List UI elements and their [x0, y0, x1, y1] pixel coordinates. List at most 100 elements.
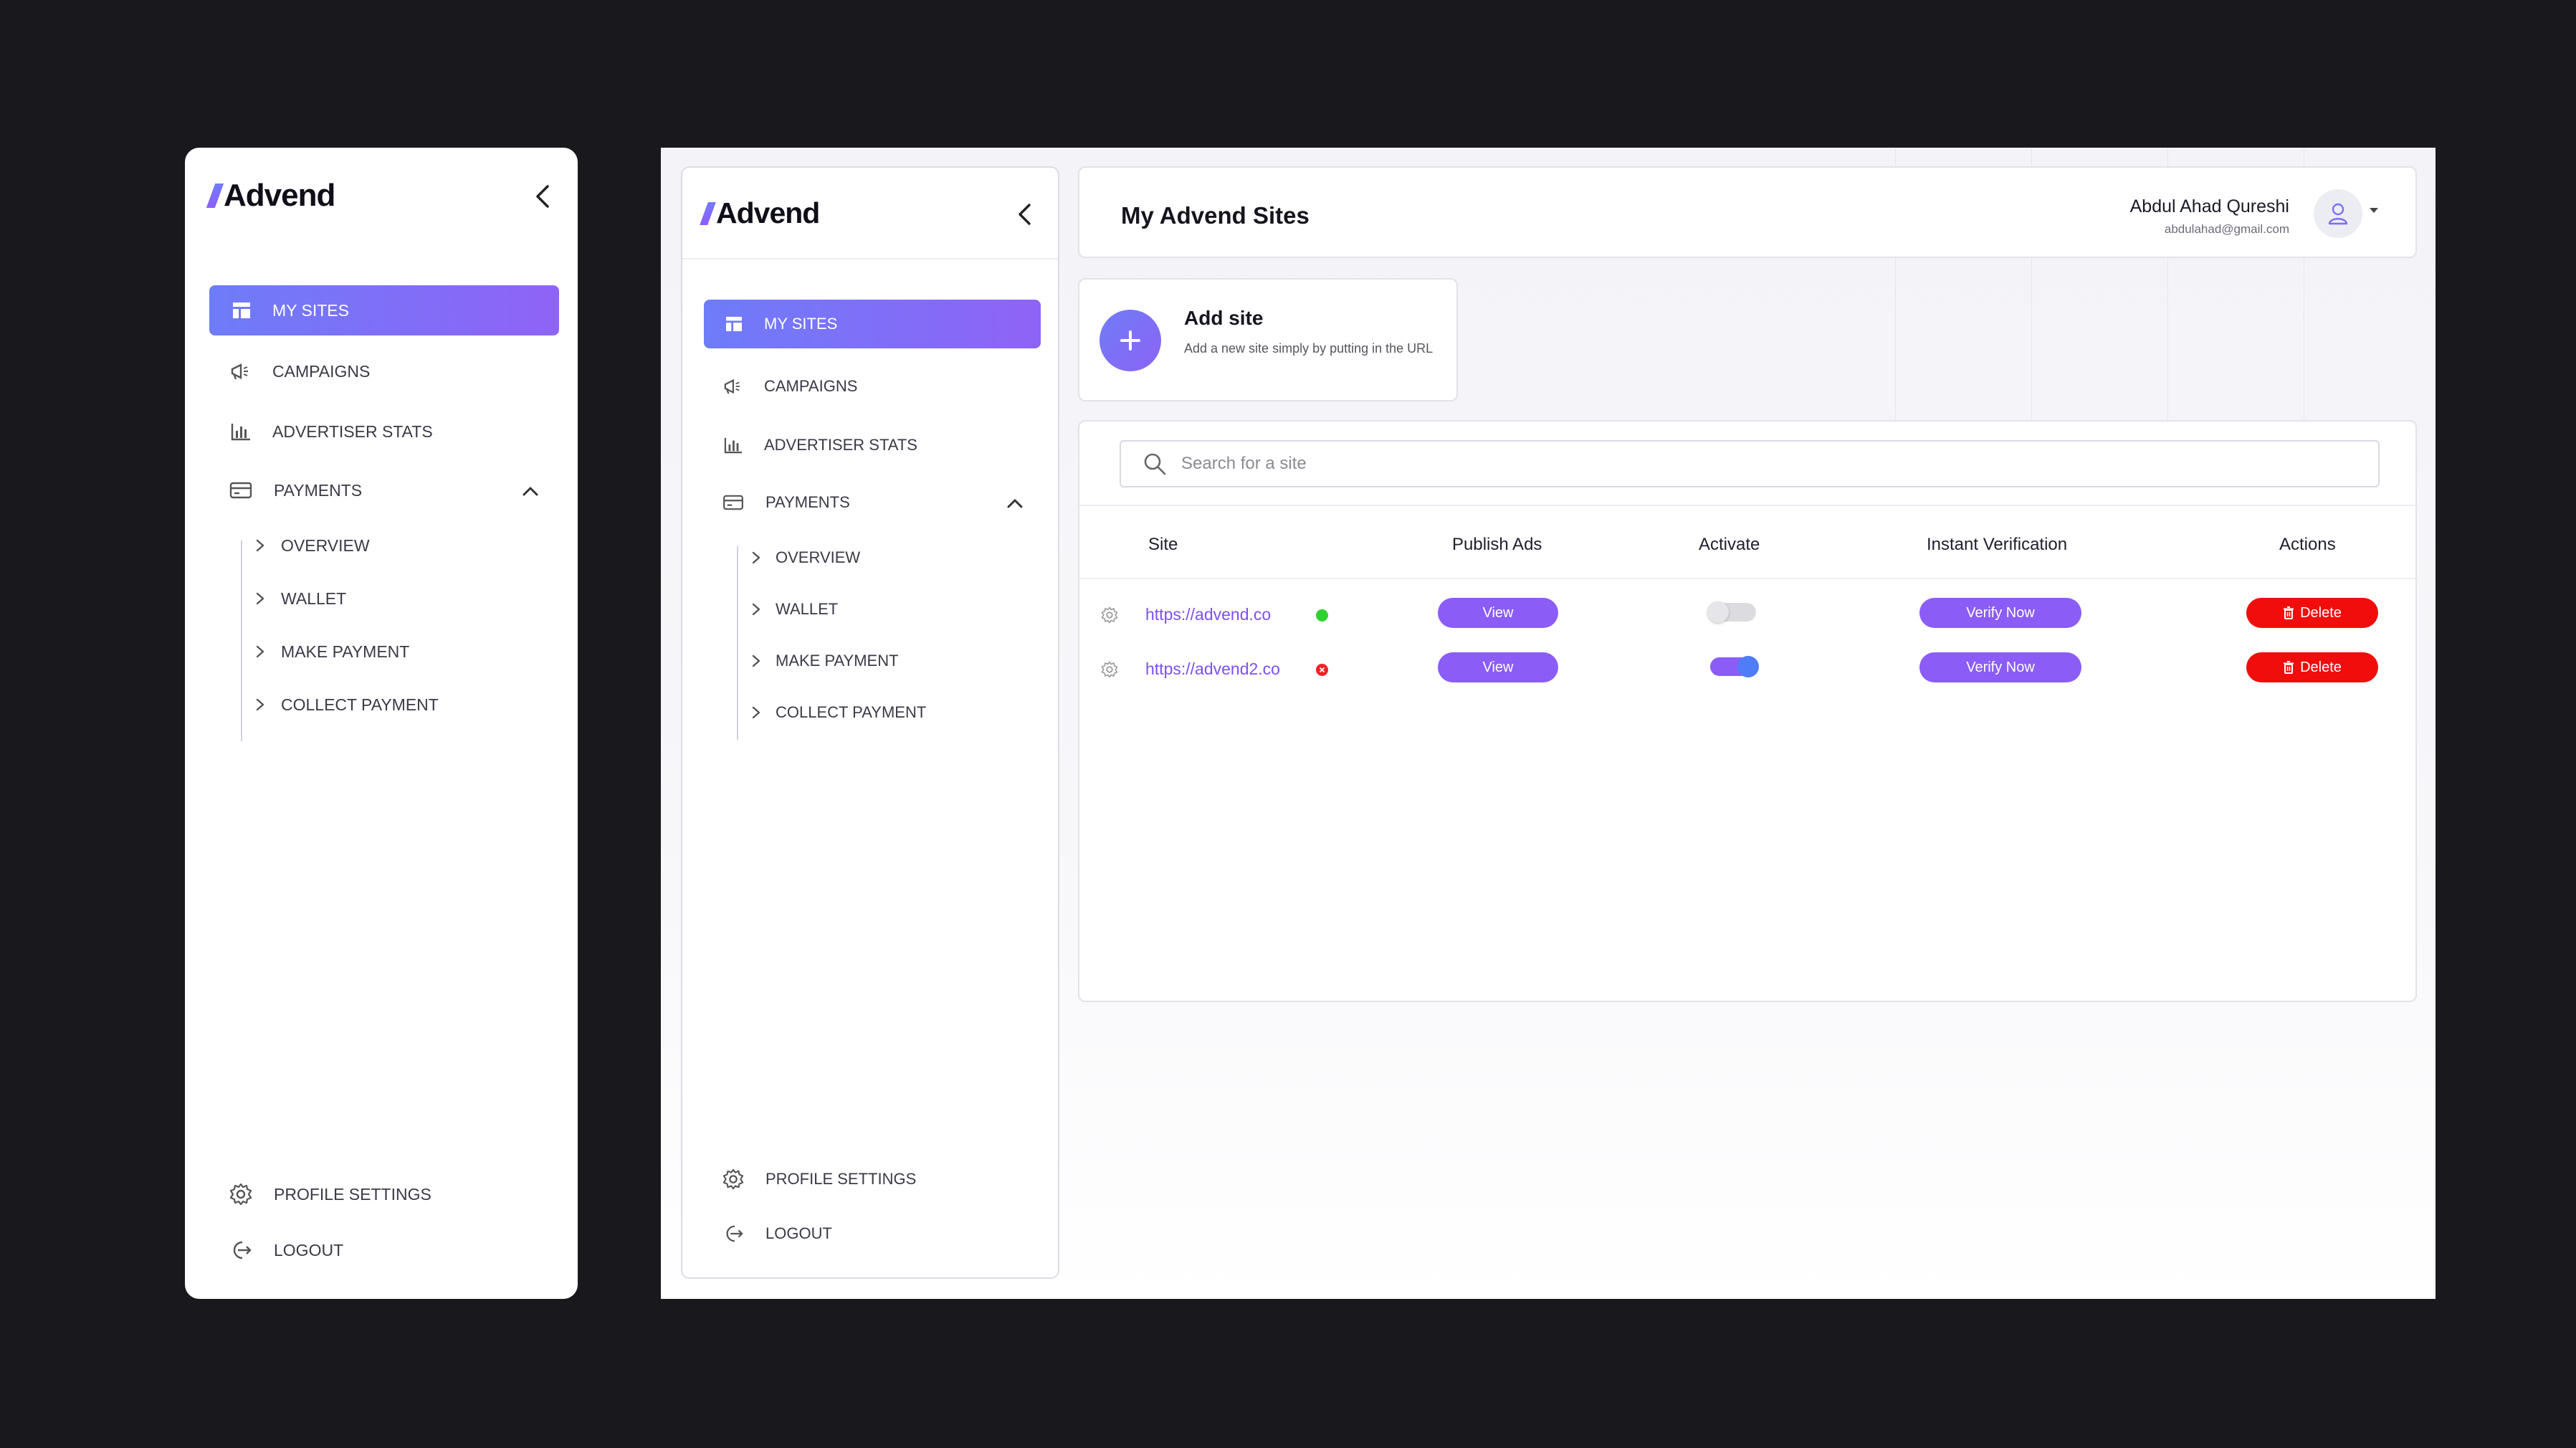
sidebar-item-label: CAMPAIGNS [764, 377, 858, 395]
sidebar-item-payments[interactable]: PAYMENTS [209, 469, 559, 512]
chevron-right-icon [256, 592, 264, 605]
chevron-right-icon [752, 654, 760, 667]
add-site-button[interactable] [1099, 310, 1161, 371]
sidebar-subitem-make-payment[interactable]: MAKE PAYMENT [751, 644, 899, 678]
collapse-sidebar-button[interactable] [532, 182, 553, 214]
verify-now-button[interactable]: Verify Now [1919, 652, 2081, 682]
layout-icon [232, 302, 251, 319]
sidebar-header-divider [682, 258, 1058, 259]
chevron-up-icon[interactable] [1006, 495, 1024, 513]
subitem-label: WALLET [776, 600, 839, 618]
logout-icon [229, 1239, 252, 1261]
bar-chart-icon [231, 422, 251, 441]
collapse-sidebar-button[interactable] [1015, 201, 1035, 232]
logo-mark-icon [700, 201, 716, 225]
chevron-right-icon [256, 645, 264, 658]
plus-icon [1120, 330, 1140, 351]
add-site-card[interactable]: Add site Add a new site simply by puttin… [1078, 278, 1458, 401]
sidebar-subitem-wallet[interactable]: WALLET [255, 581, 346, 616]
subitem-label: WALLET [281, 589, 347, 608]
user-icon [2328, 203, 2348, 225]
site-settings-gear-icon[interactable] [1101, 606, 1118, 627]
sidebar-item-campaigns[interactable]: CAMPAIGNS [704, 366, 1041, 407]
column-header-activate: Activate [1699, 535, 1760, 554]
sidebar-item-label: ADVERTISER STATS [764, 436, 917, 454]
sidebar-subitem-overview[interactable]: OVERVIEW [255, 528, 370, 563]
user-email: abdulahad@gmail.com [2164, 222, 2289, 236]
site-link[interactable]: https://advend2.co [1145, 659, 1280, 679]
sidebar-subitem-wallet[interactable]: WALLET [751, 592, 838, 627]
add-site-description: Add a new site simply by putting in the … [1184, 341, 1434, 356]
sidebar-subitem-collect-payment[interactable]: COLLECT PAYMENT [751, 695, 926, 730]
sidebar-subitem-collect-payment[interactable]: COLLECT PAYMENT [255, 687, 439, 723]
sidebar-item-campaigns[interactable]: CAMPAIGNS [209, 350, 559, 393]
search-input[interactable] [1181, 454, 2328, 474]
chevron-right-icon [752, 706, 760, 719]
sidebar-item-label: CAMPAIGNS [272, 361, 371, 381]
sidebar-item-profile-settings[interactable]: PROFILE SETTINGS [209, 1173, 559, 1216]
logo-text: Advend [224, 178, 335, 213]
status-dot-icon [1316, 664, 1328, 676]
page-header: My Advend Sites Abdul Ahad Qureshi abdul… [1078, 166, 2417, 258]
sidebar-item-label: ADVERTISER STATS [272, 421, 433, 441]
sidebar-item-payments[interactable]: PAYMENTS [704, 482, 1041, 523]
trash-icon [2284, 661, 2294, 674]
activate-toggle[interactable] [1710, 656, 1759, 677]
user-menu-dropdown-icon[interactable] [2370, 208, 2378, 213]
delete-label: Delete [2300, 659, 2342, 675]
sidebar-item-advertiser-stats[interactable]: ADVERTISER STATS [704, 424, 1041, 466]
delete-button[interactable]: Delete [2246, 652, 2378, 682]
sidebar-item-label: MY SITES [764, 315, 838, 333]
chevron-up-icon[interactable] [522, 482, 539, 501]
sidebar-item-label: PROFILE SETTINGS [274, 1184, 431, 1204]
site-settings-gear-icon[interactable] [1101, 661, 1118, 682]
logo[interactable]: Advend [206, 178, 335, 214]
search-box[interactable] [1120, 440, 2380, 487]
sidebar-item-my-sites[interactable]: MY SITES [704, 300, 1041, 348]
subitem-label: COLLECT PAYMENT [281, 695, 439, 714]
view-button[interactable]: View [1438, 598, 1558, 628]
bar-chart-icon [724, 437, 743, 454]
column-header-actions: Actions [2279, 535, 2336, 554]
trash-icon [2284, 606, 2294, 619]
view-button[interactable]: View [1438, 652, 1558, 682]
header-divider [1079, 578, 2415, 579]
delete-label: Delete [2300, 604, 2342, 621]
credit-card-icon [229, 482, 252, 499]
subitem-label: COLLECT PAYMENT [776, 703, 927, 721]
sidebar-item-logout[interactable]: LOGOUT [209, 1229, 559, 1272]
sidebar-item-logout[interactable]: LOGOUT [704, 1213, 1041, 1254]
delete-button[interactable]: Delete [2246, 598, 2378, 628]
chevron-right-icon [752, 551, 760, 564]
table-row: https://advend.co View Verify Now Delete [1079, 594, 2415, 637]
sidebar-item-label: PAYMENTS [765, 493, 850, 511]
chevron-right-icon [256, 539, 264, 552]
gear-icon [722, 1168, 744, 1190]
layout-icon [725, 316, 743, 332]
search-icon [1144, 453, 1166, 475]
standalone-sidebar: Advend MY SITES CAMPAIGNS ADVERTISER STA… [185, 148, 578, 1299]
gear-icon [229, 1183, 252, 1206]
sidebar-subitem-make-payment[interactable]: MAKE PAYMENT [255, 634, 409, 670]
sidebar-item-label: MY SITES [272, 300, 349, 320]
chevron-left-icon [1019, 204, 1031, 225]
sidebar-item-advertiser-stats[interactable]: ADVERTISER STATS [209, 410, 559, 453]
avatar[interactable] [2314, 189, 2362, 238]
logo[interactable]: Advend [700, 196, 820, 230]
sidebar-item-my-sites[interactable]: MY SITES [209, 285, 559, 335]
submenu-guide-line [241, 540, 242, 741]
sidebar-item-profile-settings[interactable]: PROFILE SETTINGS [704, 1158, 1041, 1200]
toggle-knob [1737, 656, 1759, 677]
status-dot-icon [1316, 609, 1328, 621]
page-title: My Advend Sites [1121, 202, 1310, 229]
activate-toggle[interactable] [1707, 601, 1756, 623]
sidebar-item-label: PAYMENTS [274, 480, 363, 500]
app-sidebar: Advend MY SITES CAMPAIGNS ADVERTISER STA… [681, 166, 1059, 1279]
submenu-guide-line [737, 546, 738, 740]
verify-now-button[interactable]: Verify Now [1919, 598, 2081, 628]
toggle-knob [1707, 601, 1729, 623]
site-link[interactable]: https://advend.co [1145, 605, 1271, 624]
column-header-instant-verification: Instant Verification [1927, 535, 2068, 554]
logout-icon [722, 1224, 744, 1244]
sidebar-subitem-overview[interactable]: OVERVIEW [751, 540, 860, 575]
